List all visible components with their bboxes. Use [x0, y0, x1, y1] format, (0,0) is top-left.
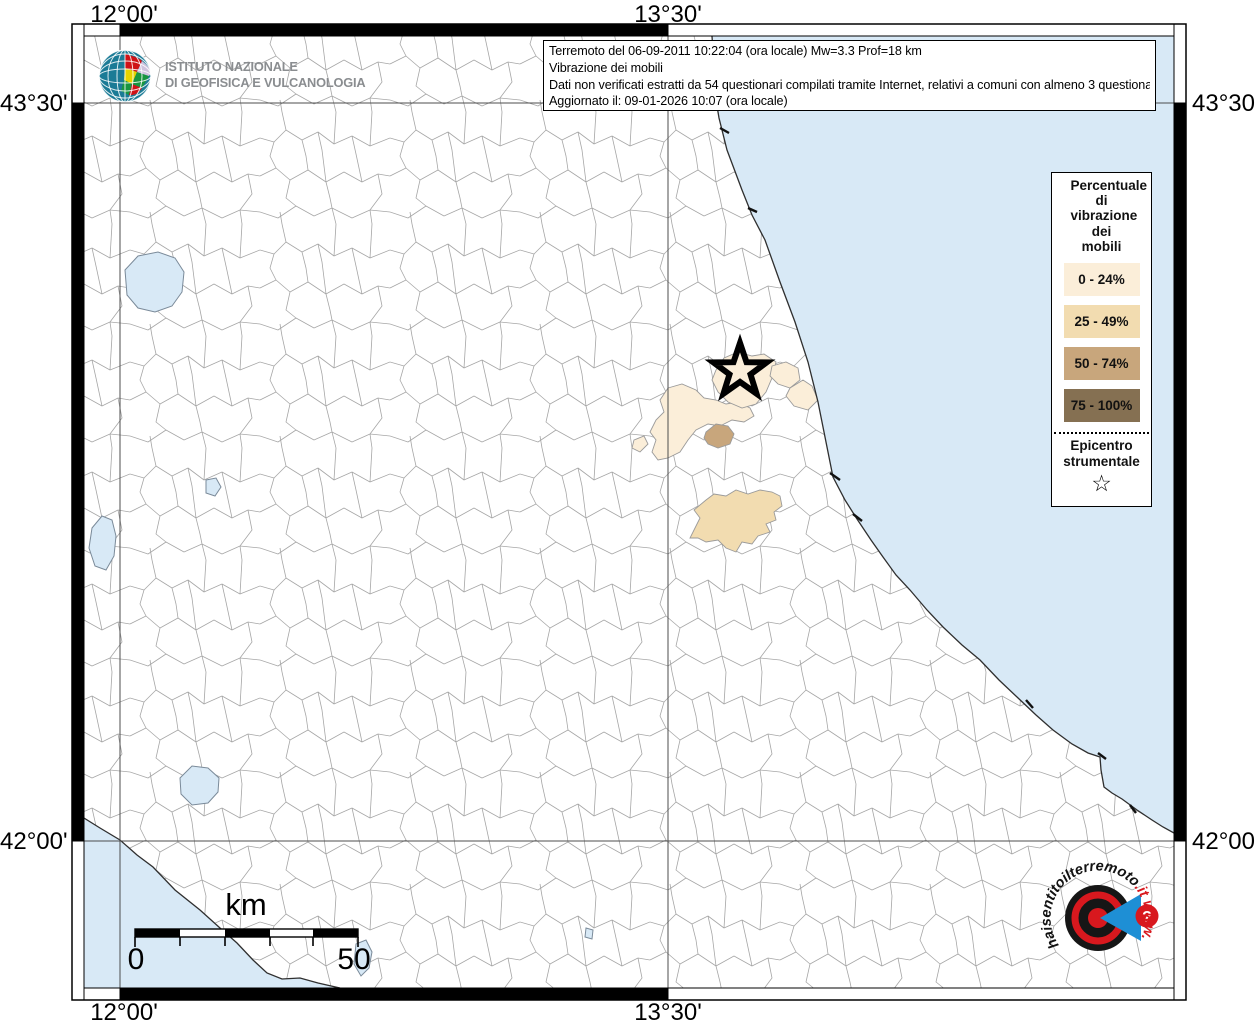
map-canvas: km 0 50 ? haisentitoilterremoto.it www. — [71, 23, 1187, 1001]
event-title: Terremoto del 06-09-2011 10:22:04 (ora l… — [549, 44, 922, 58]
shakemap-page: km 0 50 ? haisentitoilterremoto.it www. … — [0, 0, 1256, 1024]
ingv-globe-icon — [98, 49, 152, 103]
scale-unit-label: km — [225, 887, 266, 922]
lat-label-right-bottom: 42°00' — [1192, 828, 1256, 855]
data-disclaimer: Dati non verificati estratti da 54 quest… — [549, 77, 1150, 92]
lat-label-left-top: 43°30' — [0, 90, 68, 117]
lake — [584, 927, 594, 940]
legend-divider — [1054, 432, 1149, 435]
ingv-logo: ISTITUTO NAZIONALE DI GEOFISICA E VULCAN… — [96, 46, 372, 106]
legend-title: Percentuale di vibrazione dei mobili — [1070, 178, 1148, 254]
lon-label-bottom-right: 13°30' — [634, 999, 702, 1024]
lat-label-left-bottom: 42°00' — [0, 828, 68, 855]
ingv-name-line1: ISTITUTO NAZIONALE — [165, 59, 298, 74]
map-subject: Vibrazione dei mobili — [549, 60, 663, 75]
lon-label-top-right: 13°30' — [634, 1, 702, 28]
event-info-box: Terremoto del 06-09-2011 10:22:04 (ora l… — [543, 40, 1156, 111]
legend-range-label: 75 - 100% — [1070, 398, 1133, 414]
scale-min-label: 0 — [128, 943, 145, 976]
lat-label-right-top: 43°30' — [1192, 90, 1256, 117]
legend-range-label: 50 - 74% — [1074, 356, 1129, 372]
star-icon: ☆ — [1091, 470, 1112, 497]
lon-label-bottom-left: 12°00' — [90, 999, 158, 1024]
legend-box: Percentuale di vibrazione dei mobili 0 -… — [1051, 172, 1152, 507]
scale-max-label: 50 — [337, 943, 370, 976]
legend-range-label: 25 - 49% — [1074, 314, 1129, 330]
legend-epicenter-label: Epicentro strumentale — [1063, 438, 1140, 470]
updated-timestamp: Aggiornato il: 09-01-2026 10:07 (ora loc… — [549, 94, 788, 109]
map-area: km 0 50 ? haisentitoilterremoto.it www. — [84, 36, 1174, 988]
ingv-name-line2: DI GEOFISICA E VULCANOLOGIA — [165, 74, 366, 90]
legend-swatch-50-74: 50 - 74% — [1063, 347, 1140, 381]
legend-swatch-25-49: 25 - 49% — [1063, 305, 1140, 339]
legend-swatch-0-24: 0 - 24% — [1063, 263, 1140, 297]
lon-label-top-left: 12°00' — [90, 1, 158, 28]
legend-range-label: 0 - 24% — [1078, 272, 1125, 288]
legend-swatch-75-100: 75 - 100% — [1063, 389, 1140, 423]
